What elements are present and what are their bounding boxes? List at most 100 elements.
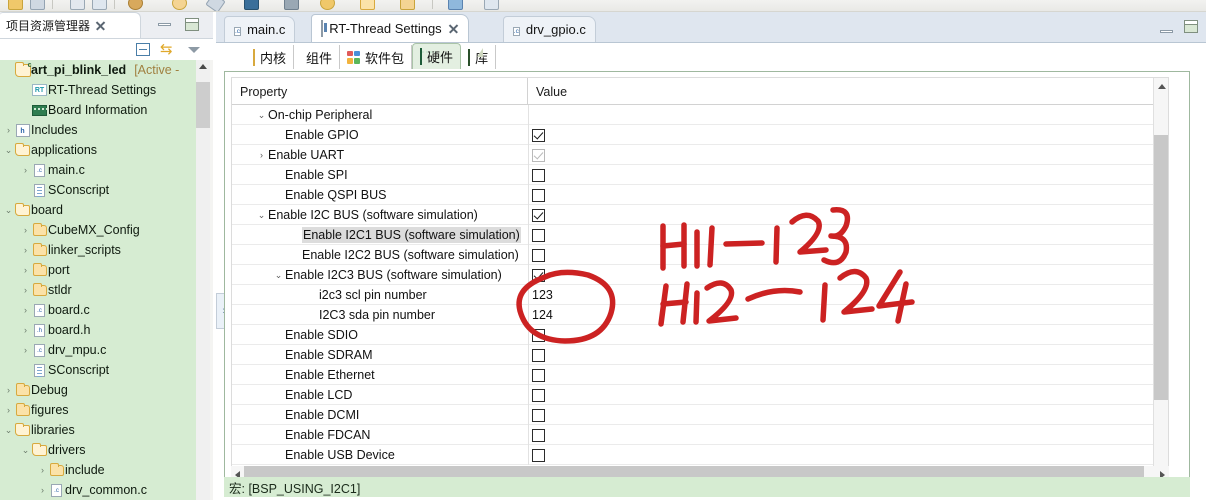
chevron-down-icon[interactable]: ⌄	[3, 145, 14, 156]
column-header-value[interactable]: Value	[528, 78, 1168, 105]
table-row[interactable]: Enable SDRAM	[232, 345, 1168, 365]
checkbox[interactable]	[532, 128, 545, 142]
toolbar-icon-debug[interactable]	[128, 0, 143, 10]
tree-item-linker-scripts[interactable]: › linker_scripts	[0, 240, 196, 260]
value-text[interactable]: 123	[532, 288, 553, 302]
checkbox[interactable]	[532, 408, 545, 422]
tab-project-explorer[interactable]: 项目资源管理器	[0, 12, 141, 38]
close-icon[interactable]	[448, 23, 459, 34]
checkbox[interactable]	[532, 448, 545, 462]
table-row[interactable]: Enable I2C2 BUS (software simulation)	[232, 245, 1168, 265]
chevron-down-icon[interactable]: ⌄	[272, 270, 285, 281]
toolbar-icon-search[interactable]	[320, 0, 335, 10]
chevron-right-icon[interactable]: ›	[3, 385, 14, 395]
scroll-thumb[interactable]	[196, 82, 210, 128]
checkbox[interactable]	[532, 328, 545, 342]
chevron-down-icon[interactable]: ⌄	[3, 425, 14, 436]
chevron-down-icon[interactable]: ⌄	[20, 445, 31, 456]
value-cell[interactable]	[532, 345, 545, 365]
toolbar-icon-paint[interactable]	[448, 0, 463, 10]
tree-item-drv-mpu-c[interactable]: › .c drv_mpu.c	[0, 340, 196, 360]
chevron-down-icon[interactable]: ⌄	[3, 205, 14, 216]
toolbar-icon-run[interactable]	[172, 0, 187, 10]
link-editor-icon[interactable]: ⇆	[160, 42, 173, 57]
checkbox[interactable]	[532, 388, 545, 402]
tree-item-board-h[interactable]: › .h board.h	[0, 320, 196, 340]
project-tree[interactable]: art_pi_blink_led [Active - RTRT-Thread Set…	[0, 60, 196, 500]
tree-item-include[interactable]: › include	[0, 460, 196, 480]
table-row[interactable]: Enable SPI	[232, 165, 1168, 185]
tree-item-applications[interactable]: ⌄ applications	[0, 140, 196, 160]
toolbar-icon-build[interactable]	[244, 0, 259, 10]
checkbox[interactable]	[532, 148, 545, 162]
toolbar-icon-print[interactable]	[92, 0, 107, 10]
checkbox[interactable]	[532, 368, 545, 382]
minimize-icon[interactable]	[158, 23, 171, 26]
editor-tab-rt-thread-settings[interactable]: RT-Thread Settings	[311, 14, 469, 42]
checkbox[interactable]	[532, 168, 545, 182]
chevron-right-icon[interactable]: ›	[20, 225, 31, 235]
scroll-up-icon[interactable]	[1157, 84, 1166, 89]
tree-item-drivers[interactable]: ⌄ drivers	[0, 440, 196, 460]
chevron-right-icon[interactable]: ›	[3, 125, 14, 135]
value-cell[interactable]	[532, 225, 545, 245]
checkbox[interactable]	[532, 348, 545, 362]
tree-item-board-information[interactable]: Board Information	[0, 100, 196, 120]
chevron-right-icon[interactable]: ›	[37, 465, 48, 475]
checkbox[interactable]	[532, 428, 545, 442]
chevron-right-icon[interactable]: ›	[20, 305, 31, 315]
toolbar-icon-perspective[interactable]	[400, 0, 415, 10]
value-cell[interactable]: 124	[532, 305, 553, 325]
subtab-kernel[interactable]: 内核	[246, 45, 295, 69]
chevron-right-icon[interactable]: ›	[20, 285, 31, 295]
checkbox[interactable]	[532, 188, 545, 202]
value-cell[interactable]	[532, 445, 545, 465]
tree-item-main-c[interactable]: › .c main.c	[0, 160, 196, 180]
value-cell[interactable]	[532, 405, 545, 425]
table-row[interactable]: ⌄ Enable I2C BUS (software simulation)	[232, 205, 1168, 225]
value-cell[interactable]	[532, 385, 545, 405]
maximize-icon[interactable]	[1184, 20, 1198, 33]
tree-item-board[interactable]: ⌄ board	[0, 200, 196, 220]
view-menu-icon[interactable]	[188, 47, 200, 53]
value-cell[interactable]	[532, 325, 545, 345]
tree-item-art-pi-blink-led[interactable]: art_pi_blink_led [Active -	[0, 60, 196, 80]
value-cell[interactable]	[532, 245, 545, 265]
table-row[interactable]: Enable GPIO	[232, 125, 1168, 145]
table-row[interactable]: Enable I2C1 BUS (software simulation)	[232, 225, 1168, 245]
tree-item-cubemx-config[interactable]: › CubeMX_Config	[0, 220, 196, 240]
value-cell[interactable]	[532, 145, 545, 165]
editor-tab-drv-gpio-c[interactable]: .c drv_gpio.c	[502, 16, 596, 42]
toolbar-icon-settings[interactable]	[284, 0, 299, 10]
tree-item-figures[interactable]: › figures	[0, 400, 196, 420]
chevron-right-icon[interactable]: ›	[37, 485, 48, 495]
tree-item-debug[interactable]: › Debug	[0, 380, 196, 400]
toolbar-icon-save[interactable]	[30, 0, 45, 10]
scroll-up-icon[interactable]	[199, 64, 207, 69]
collapse-all-icon[interactable]	[136, 43, 150, 56]
tree-item-board-c[interactable]: › .c board.c	[0, 300, 196, 320]
subtab-hardware[interactable]: 硬件	[412, 43, 462, 69]
chevron-right-icon[interactable]: ›	[20, 265, 31, 275]
value-text[interactable]: 124	[532, 308, 553, 322]
table-row[interactable]: Enable QSPI BUS	[232, 185, 1168, 205]
table-row[interactable]: Enable LCD	[232, 385, 1168, 405]
tree-item-drv-common-c[interactable]: › .c drv_common.c	[0, 480, 196, 500]
subtab-library[interactable]: 库	[461, 45, 497, 69]
chevron-right-icon[interactable]: ›	[20, 245, 31, 255]
value-cell[interactable]	[532, 185, 545, 205]
tree-item-rt-thread-settings[interactable]: RT RT-Thread Settings	[0, 80, 196, 100]
chevron-down-icon[interactable]: ⌄	[255, 210, 268, 221]
chevron-right-icon[interactable]: ›	[20, 165, 31, 175]
table-row[interactable]: Enable FDCAN	[232, 425, 1168, 445]
table-row[interactable]: Enable USB Device	[232, 445, 1168, 465]
tree-item-sconscript[interactable]: SConscript	[0, 180, 196, 200]
toolbar-icon-folder[interactable]	[360, 0, 375, 10]
table-row[interactable]: i2c3 scl pin number 123	[232, 285, 1168, 305]
value-cell[interactable]	[532, 365, 545, 385]
table-row[interactable]: I2C3 sda pin number 124	[232, 305, 1168, 325]
chevron-down-icon[interactable]: ⌄	[255, 110, 268, 121]
subtab-packages[interactable]: 软件包	[340, 45, 413, 69]
chevron-right-icon[interactable]: ›	[20, 325, 31, 335]
table-row[interactable]: Enable SDIO	[232, 325, 1168, 345]
